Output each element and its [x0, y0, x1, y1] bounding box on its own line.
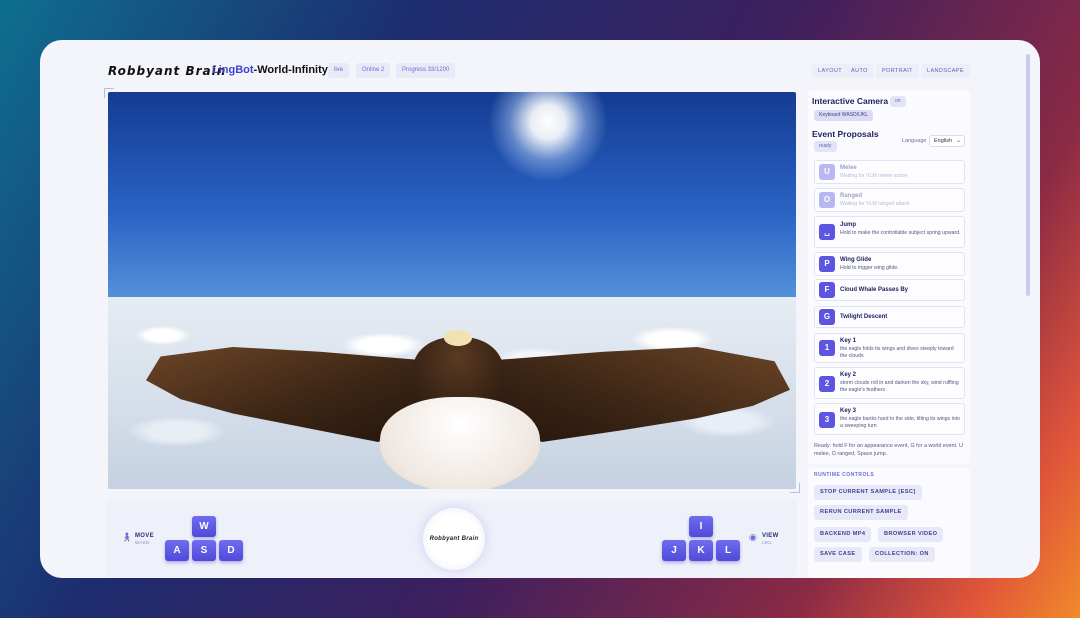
language-select[interactable]: English ⌄: [929, 135, 965, 147]
app-title-part2: -World-Infinity: [253, 64, 328, 76]
status-progress-badge: Progress 33/1200: [396, 63, 456, 78]
event-desc: Waiting for VLM melee action: [840, 173, 908, 179]
event-name: Key 2: [840, 372, 857, 378]
camera-title: Interactive Camera: [812, 96, 889, 106]
event-desc: storm clouds roll in and darken the sky,…: [840, 380, 959, 393]
event-twilight-descent[interactable]: G Twilight Descent: [814, 306, 965, 328]
event-key-badge: F: [819, 282, 835, 298]
status-live-badge: live: [328, 63, 350, 78]
language-value: English: [934, 138, 953, 144]
side-panel: Interactive Camera on Keyboard WASD/IJKL…: [808, 90, 970, 464]
event-key-badge: O: [819, 192, 835, 208]
event-name: Twilight Descent: [840, 314, 888, 320]
key-s[interactable]: S: [192, 540, 216, 561]
event-key-badge: 1: [819, 340, 835, 356]
event-desc: Hold to make the controllable subject sp…: [840, 230, 961, 236]
key-k[interactable]: K: [689, 540, 713, 561]
event-name: Ranged: [840, 193, 863, 199]
event-name: Key 3: [840, 408, 857, 414]
browser-video-button[interactable]: BROWSER VIDEO: [878, 527, 944, 542]
event-desc: Waiting for VLM ranged attack: [840, 201, 910, 207]
event-wing-glide[interactable]: P Wing Glide Hold to trigger wing glide.: [814, 252, 965, 276]
eye-icon: ◉: [749, 532, 757, 542]
rerun-sample-button[interactable]: RERUN CURRENT SAMPLE: [814, 505, 908, 520]
event-melee[interactable]: U Melee Waiting for VLM melee action: [814, 160, 965, 184]
collection-toggle[interactable]: COLLECTION: ON: [869, 547, 935, 562]
layout-button[interactable]: LAYOUT: [812, 64, 848, 78]
event-key-badge: P: [819, 256, 835, 272]
video-viewport[interactable]: [108, 92, 796, 489]
center-brand-logo: Robbyant Brain: [423, 508, 485, 570]
layout-portrait-button[interactable]: PORTRAIT: [876, 64, 919, 78]
events-title: Event Proposals: [812, 129, 879, 139]
camera-status-badge[interactable]: on: [890, 96, 906, 107]
key-d[interactable]: D: [219, 540, 243, 561]
walk-icon: 🚶︎: [121, 532, 133, 542]
eagle-tail: [380, 397, 540, 489]
move-sub-label: WASD: [135, 540, 150, 545]
runtime-controls-panel: RUNTIME CONTROLS STOP CURRENT SAMPLE [ES…: [808, 468, 970, 578]
app-title: LingBot-World-Infinity∞: [212, 64, 335, 76]
event-desc: the eagle folds its wings and dives stee…: [840, 346, 954, 359]
backend-mp4-button[interactable]: BACKEND MP4: [814, 527, 872, 542]
language-label: Language: [902, 138, 927, 144]
event-cloud-whale[interactable]: F Cloud Whale Passes By: [814, 279, 965, 301]
event-key-badge: G: [819, 309, 835, 325]
chevron-down-icon: ⌄: [955, 138, 961, 144]
events-status-badge: ready: [814, 141, 837, 152]
control-bar: 🚶︎ MOVE WASD W A S D Robbyant Brain I J …: [105, 500, 797, 578]
event-ranged[interactable]: O Ranged Waiting for VLM ranged attack: [814, 188, 965, 212]
status-online-badge: Online 2: [356, 63, 391, 78]
event-key-2[interactable]: 2 Key 2 storm clouds roll in and darken …: [814, 367, 965, 399]
event-jump[interactable]: ␣ Jump Hold to make the controllable sub…: [814, 216, 965, 248]
move-label: MOVE: [135, 533, 154, 539]
event-name: Key 1: [840, 338, 857, 344]
eagle-head: [444, 330, 472, 346]
event-desc: Hold to trigger wing glide.: [840, 265, 899, 271]
ready-note: Ready: hold F for an appearance event, G…: [814, 443, 963, 457]
event-key-badge: U: [819, 164, 835, 180]
app-window: Robbyant Brain LingBot-World-Infinity∞ l…: [40, 40, 1040, 578]
app-title-part1: LingBot: [212, 64, 254, 76]
event-key-3[interactable]: 3 Key 3 the eagle banks hard to the side…: [814, 403, 965, 435]
brand-logo: Robbyant Brain: [108, 64, 227, 78]
save-case-button[interactable]: SAVE CASE: [814, 547, 862, 562]
key-l[interactable]: L: [716, 540, 740, 561]
runtime-title: RUNTIME CONTROLS: [814, 472, 875, 478]
key-a[interactable]: A: [165, 540, 189, 561]
view-label: VIEW: [762, 533, 779, 539]
event-name: Wing Glide: [840, 257, 872, 263]
camera-keyboard-hint: Keyboard WASD/IJKL: [814, 110, 874, 121]
key-j[interactable]: J: [662, 540, 686, 561]
event-key-badge: 2: [819, 376, 835, 392]
event-name: Melee: [840, 165, 857, 171]
layout-landscape-button[interactable]: LANDSCAPE: [921, 64, 970, 78]
key-i[interactable]: I: [689, 516, 713, 537]
event-key-1[interactable]: 1 Key 1 the eagle folds its wings and di…: [814, 333, 965, 363]
layout-auto-button[interactable]: AUTO: [845, 64, 874, 78]
sun-glare: [488, 92, 608, 182]
event-desc: the eagle banks hard to the side, tiltin…: [840, 416, 960, 429]
stop-sample-button[interactable]: STOP CURRENT SAMPLE [ESC]: [814, 485, 922, 500]
space-key-badge: ␣: [819, 224, 835, 240]
key-w[interactable]: W: [192, 516, 216, 537]
event-name: Jump: [840, 222, 857, 228]
view-sub-label: IJKL: [762, 540, 773, 545]
page-scrollbar[interactable]: [1026, 54, 1030, 296]
event-name: Cloud Whale Passes By: [840, 287, 909, 293]
event-key-badge: 3: [819, 412, 835, 428]
